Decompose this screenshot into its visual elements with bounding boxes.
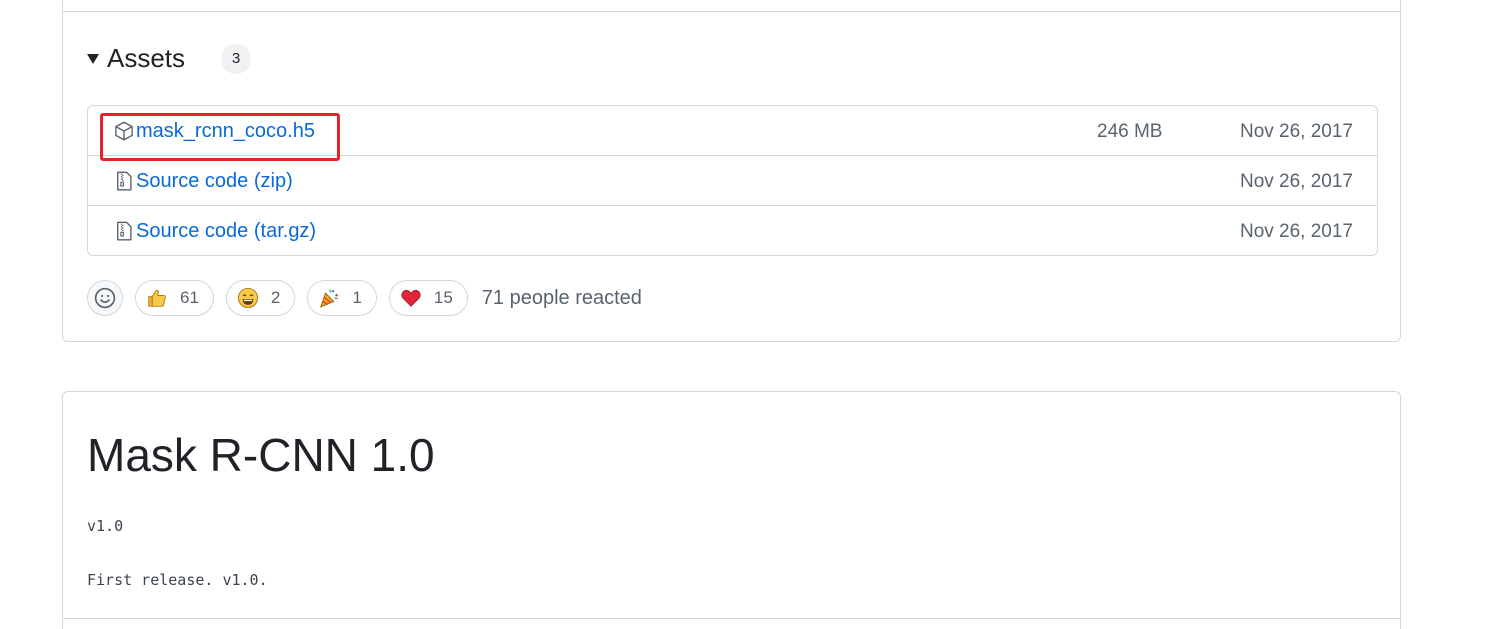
asset-row: Source code (tar.gz) Nov 26, 2017 [88,206,1377,256]
assets-toggle[interactable]: Assets 3 [87,43,252,74]
asset-name: Source code [136,170,249,192]
assets-count-badge: 3 [221,43,252,74]
party-popper-icon [320,289,339,308]
release-card-previous: Assets 3 mask_rcnn_coco.h5 246 MB Nov 26… [62,0,1401,342]
reaction-count: 61 [180,288,199,307]
asset-suffix: (tar.gz) [253,220,317,242]
highlight-annotation [100,113,340,161]
asset-link-source-zip[interactable]: Source code (zip) [136,170,293,193]
asset-date: Nov 26, 2017 [1239,221,1353,242]
asset-suffix: (zip) [253,170,293,192]
smiley-icon [94,287,116,309]
reaction-thumbs-up[interactable]: 61 [135,280,214,316]
asset-link-source-targz[interactable]: Source code (tar.gz) [136,220,316,243]
reaction-count: 2 [270,288,281,307]
reaction-hooray[interactable]: 1 [307,280,377,316]
file-zip-icon [117,171,132,191]
release-card: Mask R-CNN 1.0 v1.0 First release. v1.0. [62,391,1401,629]
reactions-summary: 71 people reacted [481,286,642,309]
reaction-count: 15 [433,288,453,307]
reactions-bar: 61 2 1 15 71 people reacted [87,280,642,316]
release-tag: v1.0 [87,517,124,535]
assets-title: Assets [107,43,186,73]
asset-size: 246 MB [1097,121,1163,142]
heart-icon [401,289,421,307]
release-body: First release. v1.0. [87,571,268,589]
assets-list: mask_rcnn_coco.h5 246 MB Nov 26, 2017 So… [87,105,1378,256]
release-title[interactable]: Mask R-CNN 1.0 [87,428,435,482]
reaction-laugh[interactable]: 2 [225,280,296,316]
caret-down-icon [87,53,99,64]
add-reaction-button[interactable] [87,280,123,316]
asset-date: Nov 26, 2017 [1239,121,1353,142]
asset-name: Source code [136,220,249,242]
thumbs-up-icon [148,289,166,307]
page: Assets 3 mask_rcnn_coco.h5 246 MB Nov 26… [0,0,1485,629]
asset-row: mask_rcnn_coco.h5 246 MB Nov 26, 2017 [88,106,1377,161]
reaction-count: 1 [352,288,362,307]
divider [63,11,1400,12]
reaction-heart[interactable]: 15 [388,280,468,316]
file-zip-icon [117,221,132,241]
laugh-icon [237,287,258,309]
asset-date: Nov 26, 2017 [1239,171,1353,192]
asset-row: Source code (zip) Nov 26, 2017 [88,156,1377,206]
divider [63,618,1400,619]
